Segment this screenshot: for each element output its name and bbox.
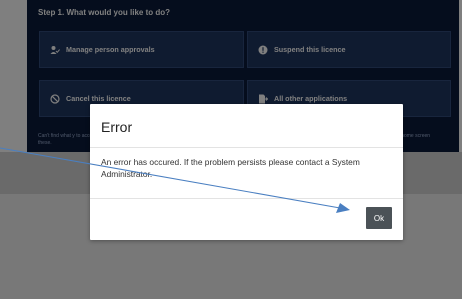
annotation-arrow <box>0 147 350 213</box>
arrow-line <box>0 147 341 209</box>
arrow-head-icon <box>336 203 350 213</box>
